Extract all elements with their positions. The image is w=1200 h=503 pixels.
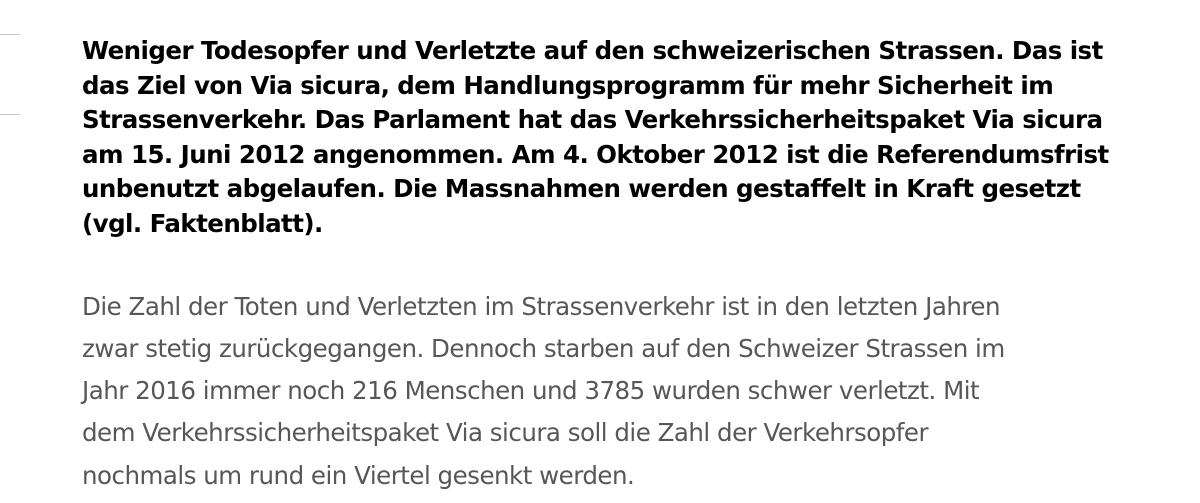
- article-page: Weniger Todesopfer und Verletzte auf den…: [0, 0, 1200, 503]
- body-paragraph: Die Zahl der Toten und Verletzten im Str…: [82, 291, 1005, 490]
- sidebar-divider: [0, 114, 20, 115]
- lead-paragraph: Weniger Todesopfer und Verletzte auf den…: [82, 36, 1109, 238]
- article-content: Weniger Todesopfer und Verletzte auf den…: [82, 34, 1172, 497]
- sidebar-divider: [0, 34, 20, 35]
